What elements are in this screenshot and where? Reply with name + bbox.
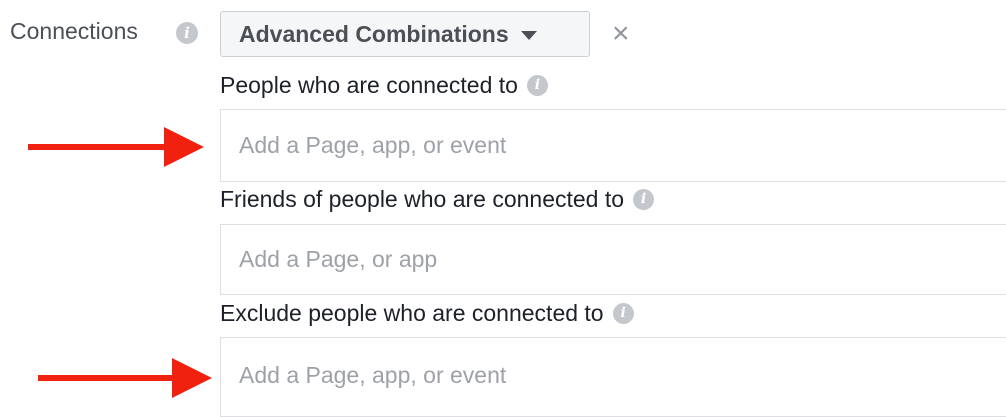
- red-arrow-icon: [38, 358, 212, 398]
- friends-connected-label: Friends of people who are connected to i: [220, 186, 655, 213]
- friends-connected-field[interactable]: [220, 224, 1006, 295]
- friends-connected-input[interactable]: [221, 225, 1006, 294]
- info-icon[interactable]: i: [526, 75, 548, 96]
- section-label-text: People who are connected to: [220, 72, 518, 98]
- section-label-text: Exclude people who are connected to: [220, 300, 604, 326]
- exclude-connected-field[interactable]: [220, 337, 1006, 417]
- red-arrow-icon: [28, 127, 204, 167]
- exclude-connected-label: Exclude people who are connected to i: [220, 300, 634, 327]
- close-icon[interactable]: ×: [612, 16, 630, 52]
- info-icon[interactable]: i: [633, 189, 655, 210]
- connections-label: Connections: [10, 18, 138, 44]
- exclude-connected-input[interactable]: [221, 338, 1006, 414]
- people-connected-field[interactable]: [220, 109, 1006, 182]
- caret-down-icon: [520, 30, 537, 40]
- people-connected-label: People who are connected to i: [220, 72, 548, 99]
- info-icon[interactable]: i: [176, 22, 198, 44]
- section-label-text: Friends of people who are connected to: [220, 186, 625, 212]
- info-icon[interactable]: i: [612, 303, 634, 324]
- people-connected-input[interactable]: [221, 110, 1006, 181]
- dropdown-selected-value: Advanced Combinations: [239, 20, 509, 47]
- connections-type-dropdown[interactable]: Advanced Combinations: [220, 11, 590, 57]
